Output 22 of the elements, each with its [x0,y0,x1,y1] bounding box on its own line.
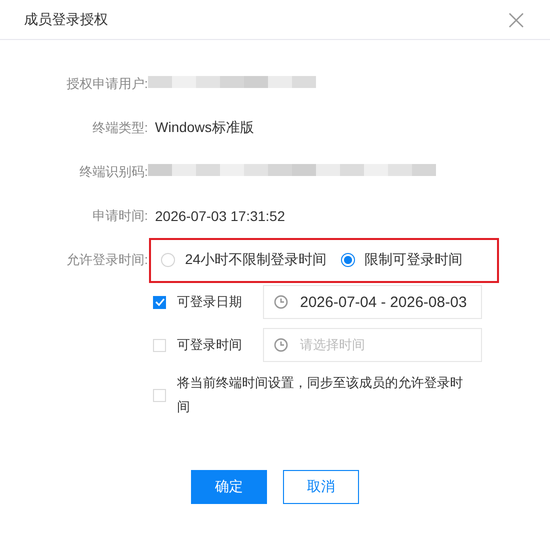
checkbox-label: 可登录时间 [177,336,243,354]
confirm-button[interactable]: 确定 [191,470,267,504]
field-label: 终端识别码: [78,163,148,181]
dialog-title: 成员登录授权 [24,10,108,28]
clock-icon [274,338,288,352]
field-label: 授权申请用户: [65,75,148,93]
checkbox-label: 可登录日期 [177,293,243,311]
radio-icon[interactable] [340,253,355,267]
radio-option[interactable]: 24小时不限制登录时间 [161,251,327,269]
field-label: 终端类型: [91,119,148,137]
checkbox[interactable] [153,296,166,308]
cancel-button[interactable]: 取消 [283,470,359,504]
field-value: Windows标准版 [155,119,254,137]
clock-icon [274,295,288,309]
time-picker-field[interactable]: 请选择时间 [263,328,482,362]
radio-option[interactable]: 限制可登录时间 [340,251,463,269]
field-label: 允许登录时间: [65,251,148,269]
checkbox-label: 将当前终端时间设置，同步至该成员的允许登录时间 [177,374,464,416]
field-value: 2026-07-03 17:31:52 [155,208,285,224]
close-button[interactable]: × [504,6,528,34]
time-picker-field[interactable]: 2026-07-04 - 2026-08-03 [263,285,482,319]
field-label: 申请时间: [91,207,148,225]
